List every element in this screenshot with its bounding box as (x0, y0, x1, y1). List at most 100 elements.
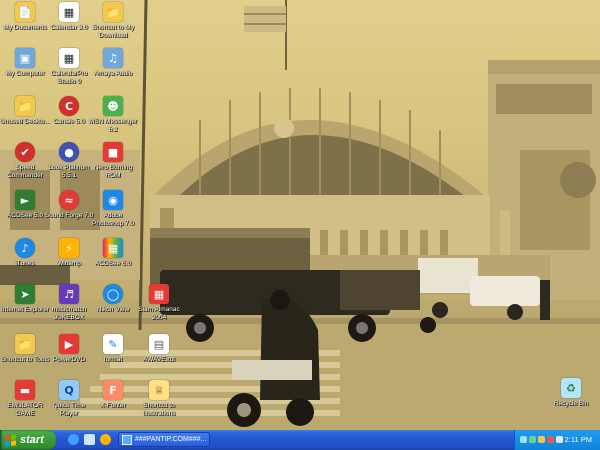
desktop: 📄 My Documents ▦ Calendar 3.0 📁 Shortcut… (0, 0, 600, 430)
acdsee-icon: ► (15, 190, 35, 210)
canal-icon: C (59, 96, 79, 116)
windows-logo-icon (5, 433, 16, 447)
desktop-icon-label: Siam Almanac 2004 (138, 306, 180, 321)
desktop-icon-acdsee6[interactable]: ▦ ACDSee 6.0 (88, 238, 138, 268)
desktop-icon-unused-desktop[interactable]: 📁 Unused Deskto... (0, 96, 50, 126)
desktop-icon-my-computer[interactable]: ▣ My Computer (0, 48, 50, 78)
start-button[interactable]: start (0, 430, 56, 450)
recycle-bin-icon: ♻ (561, 378, 581, 398)
tray-messenger-icon[interactable] (538, 436, 545, 443)
desktop-icon-label: ACDSee 6.0 (94, 260, 132, 267)
desktop-icon-photoshop[interactable]: ◉ Adobe Photoshop 7.0 (88, 190, 138, 227)
desktop-icon-quicktime[interactable]: Q Quick Time Player (44, 380, 94, 417)
computer-icon: ▣ (15, 48, 35, 68)
desktop-icon-nero[interactable]: ■ Nero Burning ROM (88, 142, 138, 179)
explorer-icon: ➤ (15, 284, 35, 304)
clock[interactable]: 2:11 PM (565, 435, 592, 444)
desktop-icon-calendar-pro[interactable]: ▦ CalendarPro Studio 9 (44, 48, 94, 85)
tray-app-icon[interactable] (529, 436, 536, 443)
desktop-icon-winamp[interactable]: ⚡ Winamp (44, 238, 94, 268)
desktop-icon-label: Nero Burning ROM (93, 164, 133, 179)
desktop-icon-label: AWAVE.rbt (143, 356, 175, 363)
quicktime-icon: Q (59, 380, 79, 400)
desktop-icon-speed-commander[interactable]: ✔ Speed Commander (0, 142, 50, 179)
calendar-icon: ▦ (59, 2, 79, 22)
game-icon: ▬ (15, 380, 35, 400)
illustrations-icon: ♕ (149, 380, 169, 400)
speed-icon: ✔ (15, 142, 35, 162)
desktop-icon-label: Amaya Audio (93, 70, 133, 77)
desktop-icon-label: Quick Time Player (52, 402, 86, 417)
desktop-icon-label: Internet Explorer (0, 306, 50, 313)
taskbar-window-button[interactable]: ###PANTIP.COM###... (118, 432, 210, 447)
desktop-icon-label: PowerDVD (52, 356, 86, 363)
desktop-icon-internet-explorer[interactable]: ➤ Internet Explorer (0, 284, 50, 314)
desktop-icon-canale[interactable]: C Canale 5.0 (44, 96, 94, 126)
desktop-icon-shortcut-tools[interactable]: 📁 Shortcut to Tools (0, 334, 50, 364)
desktop-icon-label: Winamp (57, 260, 81, 267)
desktop-icon-awave[interactable]: ▤ AWAVE.rbt (134, 334, 184, 364)
desktop-icon-format[interactable]: ✎ format (88, 334, 138, 364)
desktop-icon-label: CalendarPro Studio 9 (50, 70, 88, 85)
desktop-icon-msn-messenger[interactable]: ☻ MSN Messenger 6.2 (88, 96, 138, 133)
desktop-icon-calendar[interactable]: ▦ Calendar 3.0 (44, 2, 94, 32)
quicklaunch-media-icon[interactable] (100, 434, 111, 445)
desktop-icon-label: Shortcut to Illustrations (142, 402, 176, 417)
winamp-icon: ⚡ (59, 238, 79, 258)
desktop-icon-musicmatch[interactable]: ♬ musicmatch JUKEBOX (44, 284, 94, 321)
desktop-icon-itunes[interactable]: ♪ iTunes (0, 238, 50, 268)
desktop-icon-label: My Computer (5, 70, 45, 77)
desktop-icon-label: Unused Deskto... (0, 118, 50, 125)
quicklaunch-desktop-icon[interactable] (84, 434, 95, 445)
desktop-icon-label: X-Fonter (100, 402, 126, 409)
tray-network-icon[interactable] (520, 436, 527, 443)
photoshop-icon: ◉ (103, 190, 123, 210)
desktop-icon-amaya-audio[interactable]: ♫ Amaya Audio (88, 48, 138, 78)
tray-volume-icon[interactable] (556, 436, 563, 443)
desktop-icon-label: Shortcut to Tools (0, 356, 50, 363)
itunes-icon: ♪ (15, 238, 35, 258)
desktop-icon-my-documents[interactable]: 📄 My Documents (0, 2, 50, 32)
desktop-icon-label: Sound Forge 7.0 (44, 212, 94, 219)
desktop-icon-label: ACDSee 5.0 (6, 212, 44, 219)
soundforge-icon: ≈ (59, 190, 79, 210)
system-tray: 2:11 PM (514, 430, 600, 450)
desktop-icon-label: Look Platinum 5.5.1 (48, 164, 90, 179)
desktop-icon-label: Nikon View (96, 306, 130, 313)
desktop-icon-label: Speed Commander (7, 164, 43, 179)
almanac-icon: ▦ (149, 284, 169, 304)
tray-shield-icon[interactable] (547, 436, 554, 443)
desktop-icon-label: Shortcut to My Download (92, 24, 134, 39)
musicmatch-icon: ♬ (59, 284, 79, 304)
desktop-icon-sound-forge[interactable]: ≈ Sound Forge 7.0 (44, 190, 94, 220)
desktop-icon-label: musicmatch JUKEBOX (51, 306, 87, 321)
desktop-icon-siam-almanac[interactable]: ▦ Siam Almanac 2004 (134, 284, 184, 321)
desktop-icon-label: iTunes (15, 260, 35, 267)
desktop-icon-powerdvd[interactable]: ▶ PowerDVD (44, 334, 94, 364)
desktop-icon-label: Recycle Bin (553, 400, 589, 407)
taskbar: start ###PANTIP.COM###... 2:11 PM (0, 430, 600, 450)
document-icon: ▤ (149, 334, 169, 354)
desktop-icon-label: Adobe Photoshop 7.0 (92, 212, 134, 227)
desktop-icon-nikon-view[interactable]: ◯ Nikon View (88, 284, 138, 314)
quicklaunch-ie-icon[interactable] (68, 434, 79, 445)
desktop-icon-emulator-game[interactable]: ▬ EMULATOR GAME (0, 380, 50, 417)
nero-icon: ■ (103, 142, 123, 162)
desktop-icon-shortcut-illustrations[interactable]: ♕ Shortcut to Illustrations (134, 380, 184, 417)
globe-icon: ● (59, 142, 79, 162)
desktop-icon-label: format (103, 356, 123, 363)
desktop-icon-x-fonter[interactable]: F X-Fonter (88, 380, 138, 410)
desktop-icon-label: MSN Messenger 6.2 (88, 118, 138, 133)
desktop-icon-label: Calendar 3.0 (50, 24, 88, 31)
desktop-icon-acdsee5[interactable]: ► ACDSee 5.0 (0, 190, 50, 220)
desktop-icon-look-platinum[interactable]: ● Look Platinum 5.5.1 (44, 142, 94, 179)
desktop-icon-shortcut-download[interactable]: 📁 Shortcut to My Download (88, 2, 138, 39)
desktop-icon-recycle-bin[interactable]: ♻ Recycle Bin (546, 378, 596, 408)
folder-icon: 📁 (15, 334, 35, 354)
start-label: start (20, 434, 44, 446)
calendar-icon: ▦ (59, 48, 79, 68)
powerdvd-icon: ▶ (59, 334, 79, 354)
desktop-icon-label: EMULATOR GAME (7, 402, 43, 417)
folder-documents-icon: 📄 (15, 2, 35, 22)
acdsee-icon: ▦ (103, 238, 123, 258)
